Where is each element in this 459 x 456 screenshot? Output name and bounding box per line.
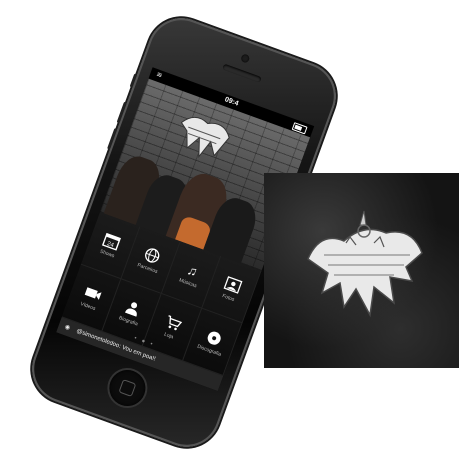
video-camera-icon [81,283,103,304]
person-icon [122,298,144,319]
calendar-icon: 24 [101,230,123,251]
menu-label: Shows [98,248,116,260]
shopping-cart-icon [162,312,184,333]
volume-down-button [107,127,118,150]
album-cover [264,173,459,368]
mute-switch [129,73,138,88]
front-camera [240,53,251,64]
home-square-icon [118,379,137,397]
menu-label: Loja [163,331,175,341]
volume-up-button [116,101,127,124]
globe-icon [141,245,163,266]
menu-label: Vídeos [79,301,97,313]
music-note-icon: ♫ [185,261,200,279]
twitter-bird-icon: ◉ [63,324,71,332]
home-button[interactable] [104,364,151,412]
earpiece-speaker [222,63,262,83]
album-band-logo [307,210,423,318]
band-logo [180,116,230,158]
menu-label: Fotos [221,293,236,304]
disc-icon [203,327,225,348]
photo-icon [222,274,244,295]
svg-text:24: 24 [106,241,115,249]
